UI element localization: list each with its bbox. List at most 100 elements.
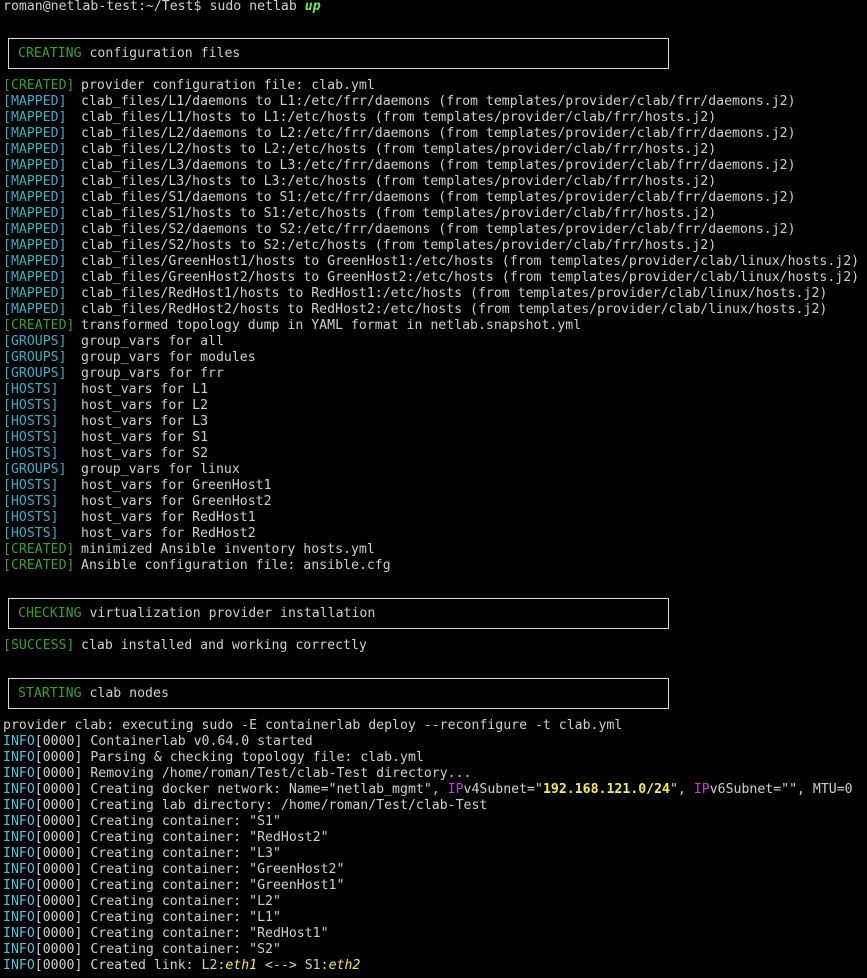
log-line: [MAPPED] clab_files/RedHost1/hosts to Red…	[0, 286, 859, 302]
status-tag: [HOSTS]	[3, 446, 59, 461]
info-prefix: INFO	[3, 782, 35, 797]
info-prefix: INFO	[3, 878, 35, 893]
info-text: Creating container: "L2"	[90, 894, 281, 909]
info-prefix: INFO	[3, 958, 35, 973]
line-text: clab_files/L2/hosts to L2:/etc/hosts (fr…	[81, 142, 717, 157]
status-tag: [CREATED]	[3, 558, 75, 573]
info-line: INFO[0000] Creating lab directory: /home…	[0, 798, 853, 814]
line-text: clab_files/RedHost2/hosts to RedHost2:/e…	[81, 302, 828, 317]
log-line: [HOSTS] host_vars for L3	[0, 414, 859, 430]
log-line: [GROUPS] group_vars for frr	[0, 366, 859, 382]
section-status: CREATING	[18, 46, 82, 61]
creating-output: [CREATED] provider configuration file: cl…	[0, 78, 859, 574]
line-text: clab_files/L2/daemons to L2:/etc/frr/dae…	[81, 126, 796, 141]
line-text: clab_files/L3/daemons to L3:/etc/frr/dae…	[81, 158, 796, 173]
info-line: INFO[0000] Parsing & checking topology f…	[0, 750, 853, 766]
line-text: clab_files/L3/hosts to L3:/etc/hosts (fr…	[81, 174, 717, 189]
info-time: [0000]	[34, 878, 83, 893]
log-line: [MAPPED] clab_files/S2/daemons to S2:/etc…	[0, 222, 859, 238]
info-text: Creating container: "L1"	[90, 910, 281, 925]
info-prefix: INFO	[3, 766, 35, 781]
info-line: INFO[0000] Removing /home/roman/Test/cla…	[0, 766, 853, 782]
status-tag: [HOSTS]	[3, 526, 59, 541]
network-text: Creating docker network: Name="netlab_mg…	[90, 782, 448, 797]
log-line: [GROUPS] group_vars for modules	[0, 350, 859, 366]
status-tag: [MAPPED]	[3, 254, 67, 269]
network-text: ",	[669, 782, 694, 797]
section-title: configuration files	[89, 46, 241, 61]
status-tag: [GROUPS]	[3, 350, 67, 365]
info-prefix: INFO	[3, 942, 35, 957]
log-line: [MAPPED] clab_files/L3/hosts to L3:/etc/h…	[0, 174, 859, 190]
info-line: INFO[0000] Creating container: "GreenHos…	[0, 878, 853, 894]
info-block: INFO[0000] Creating lab directory: /home…	[0, 798, 853, 958]
line-text: group_vars for all	[81, 334, 224, 349]
info-text: Creating lab directory: /home/roman/Test…	[90, 798, 488, 813]
info-text: Removing /home/roman/Test/clab-Test dire…	[90, 766, 472, 781]
line-text: Ansible configuration file: ansible.cfg	[81, 558, 391, 573]
status-tag: [CREATED]	[3, 78, 75, 93]
status-tag: [MAPPED]	[3, 158, 67, 173]
info-text: Creating container: "GreenHost2"	[90, 862, 345, 877]
status-tag: [HOSTS]	[3, 494, 59, 509]
log-line: [MAPPED] clab_files/S1/hosts to S1:/etc/h…	[0, 206, 859, 222]
info-prefix: INFO	[3, 750, 35, 765]
info-time: [0000]	[34, 894, 83, 909]
log-line: [MAPPED] clab_files/RedHost2/hosts to Red…	[0, 302, 859, 318]
status-tag: [HOSTS]	[3, 478, 59, 493]
log-line: [HOSTS] host_vars for GreenHost1	[0, 478, 859, 494]
info-line: INFO[0000] Creating container: "L2"	[0, 894, 853, 910]
info-line: INFO[0000] Creating container: "RedHost1…	[0, 926, 853, 942]
log-line: [HOSTS] host_vars for RedHost2	[0, 526, 859, 542]
info-line: INFO[0000] Creating container: "GreenHos…	[0, 862, 853, 878]
provider-line: provider clab: executing sudo -E contain…	[3, 718, 623, 733]
info-prefix: INFO	[3, 734, 35, 749]
interface-name: eth1	[225, 958, 258, 973]
line-text: clab_files/GreenHost2/hosts to GreenHost…	[81, 270, 860, 285]
log-line: [GROUPS] group_vars for all	[0, 334, 859, 350]
status-tag: [HOSTS]	[3, 398, 59, 413]
status-tag: [MAPPED]	[3, 94, 67, 109]
status-tag: [MAPPED]	[3, 190, 67, 205]
ip-keyword: IP	[693, 782, 710, 797]
log-line: [MAPPED] clab_files/S1/daemons to S1:/etc…	[0, 190, 859, 206]
line-text: clab_files/S2/daemons to S2:/etc/frr/dae…	[81, 222, 796, 237]
log-line: [HOSTS] host_vars for RedHost1	[0, 510, 859, 526]
log-line: [MAPPED] clab_files/GreenHost1/hosts to G…	[0, 254, 859, 270]
line-text: host_vars for RedHost1	[81, 510, 256, 525]
log-line: [HOSTS] host_vars for L2	[0, 398, 859, 414]
status-tag: [GROUPS]	[3, 462, 67, 477]
network-text: v6Subnet="", MTU=0	[709, 782, 853, 797]
log-line: [MAPPED] clab_files/S2/hosts to S2:/etc/h…	[0, 238, 859, 254]
info-text: Creating container: "S1"	[90, 814, 281, 829]
line-text: clab_files/S2/hosts to S2:/etc/hosts (fr…	[81, 238, 717, 253]
status-tag: [HOSTS]	[3, 414, 59, 429]
status-tag: [GROUPS]	[3, 366, 67, 381]
subnet-value: 192.168.121.0/24	[542, 782, 670, 797]
info-text: Creating container: "L3"	[90, 846, 281, 861]
line-text: minimized Ansible inventory hosts.yml	[81, 542, 375, 557]
log-line: [GROUPS] group_vars for linux	[0, 462, 859, 478]
prompt-path: :~/Test$	[137, 0, 202, 14]
log-line: [HOSTS] host_vars for L1	[0, 382, 859, 398]
info-prefix: INFO	[3, 926, 35, 941]
line-text: clab_files/GreenHost1/hosts to GreenHost…	[81, 254, 860, 269]
line-text: clab_files/L1/hosts to L1:/etc/hosts (fr…	[81, 110, 717, 125]
line-text: clab installed and working correctly	[81, 638, 367, 653]
info-prefix: INFO	[3, 814, 35, 829]
info-line: INFO[0000] Creating container: "RedHost2…	[0, 830, 853, 846]
info-time: [0000]	[34, 782, 83, 797]
log-line: [CREATED] Ansible configuration file: ans…	[0, 558, 859, 574]
terminal-window[interactable]: roman@netlab-test:~/Test$ sudo netlab up…	[0, 0, 867, 978]
log-line: [MAPPED] clab_files/L1/daemons to L1:/etc…	[0, 94, 859, 110]
log-line: [CREATED] transformed topology dump in YA…	[0, 318, 859, 334]
shell-prompt-line: roman@netlab-test:~/Test$ sudo netlab up	[0, 0, 321, 15]
link-text: Created link: L2:	[90, 958, 226, 973]
status-tag: [CREATED]	[3, 318, 75, 333]
info-prefix: INFO	[3, 862, 35, 877]
status-tag: [HOSTS]	[3, 430, 59, 445]
info-text: Creating container: "RedHost2"	[90, 830, 329, 845]
info-time: [0000]	[34, 766, 83, 781]
info-time: [0000]	[34, 734, 83, 749]
info-time: [0000]	[34, 830, 83, 845]
